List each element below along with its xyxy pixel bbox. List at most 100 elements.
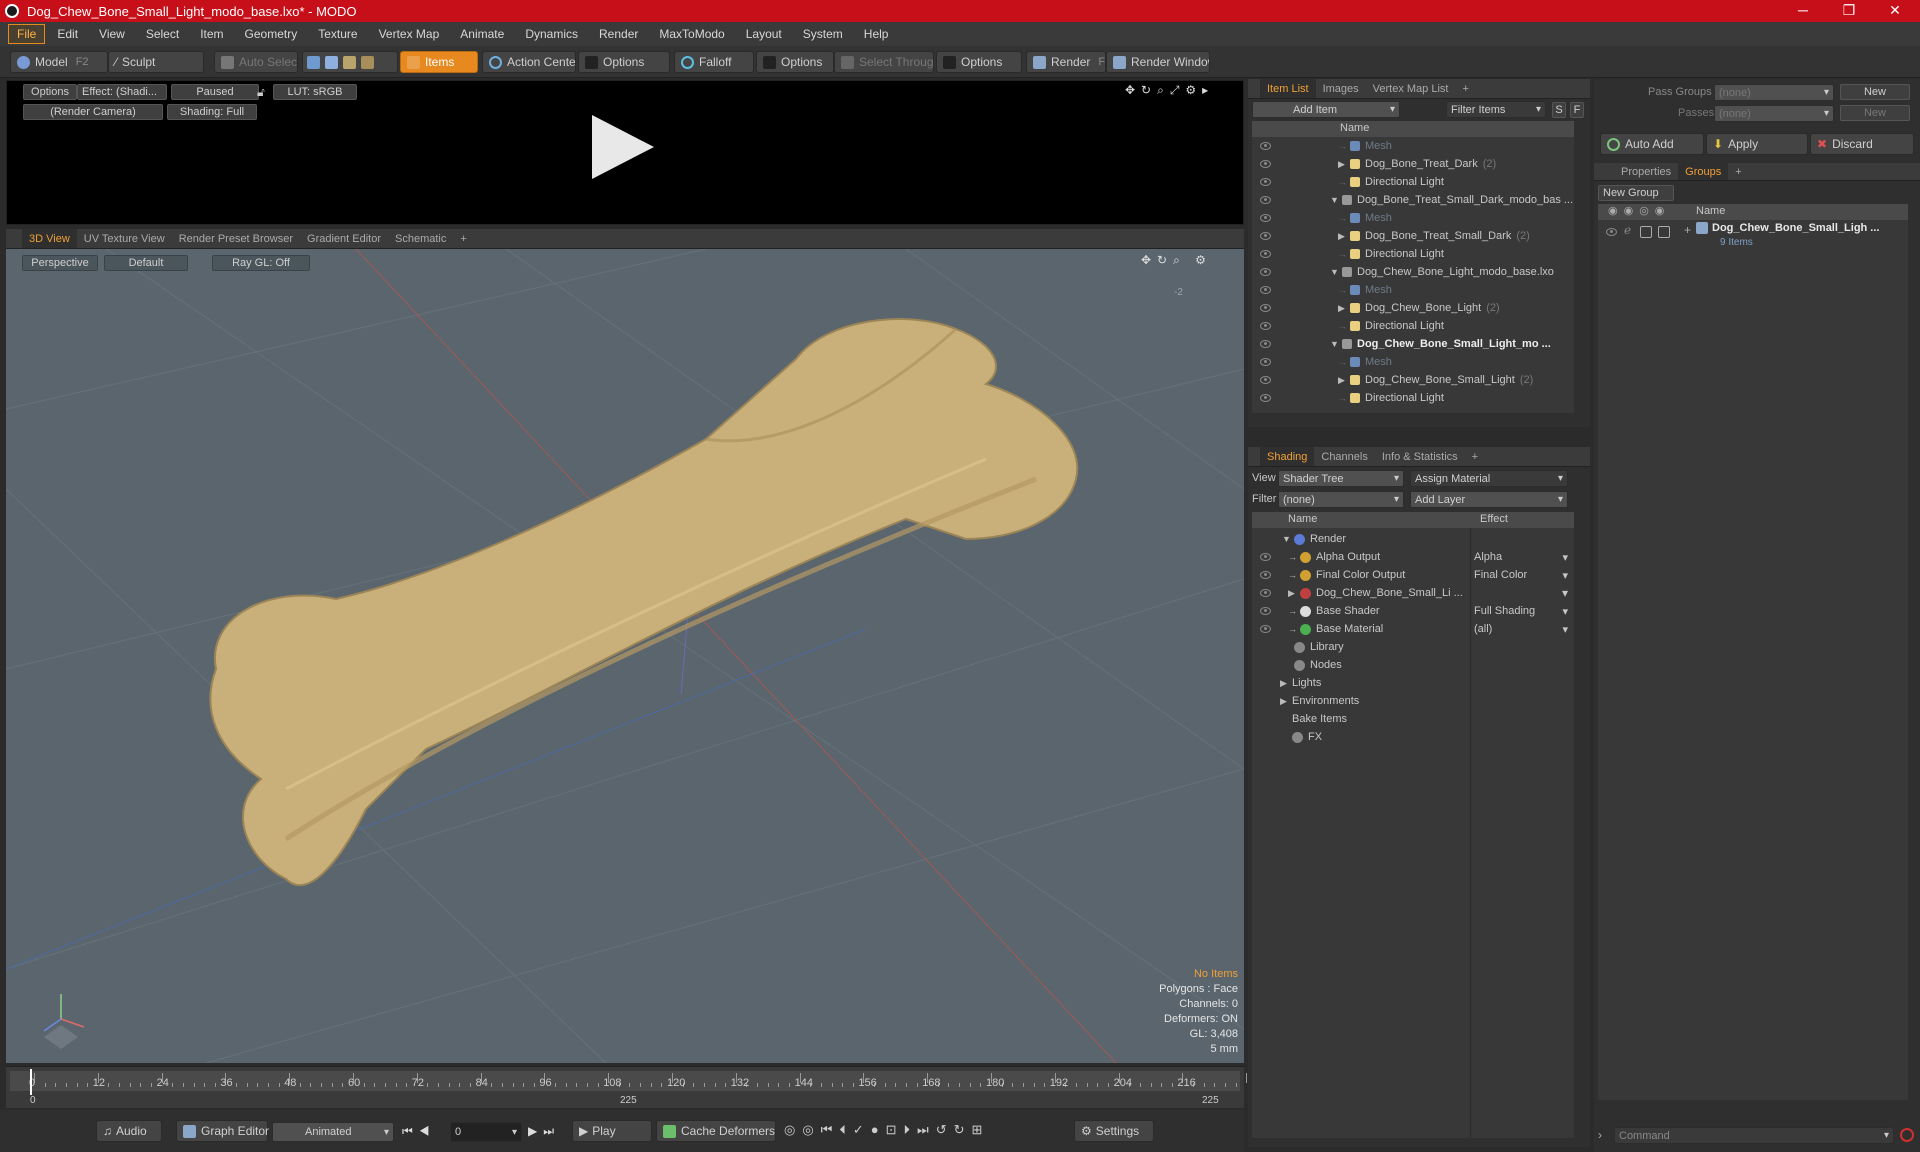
menu-item[interactable]: Item: [191, 24, 232, 44]
effect-dropdown[interactable]: (all) ▾: [1474, 620, 1570, 638]
add-tab-icon[interactable]: +: [1728, 163, 1748, 180]
new-group-button[interactable]: New Group: [1598, 185, 1674, 201]
raygl-dropdown[interactable]: Ray GL: Off: [212, 255, 310, 271]
playhead[interactable]: [30, 1069, 32, 1095]
menu-system[interactable]: System: [794, 24, 852, 44]
collapse-icon[interactable]: ▼: [1330, 267, 1342, 277]
menu-edit[interactable]: Edit: [48, 24, 87, 44]
close-icon[interactable]: ✕: [1872, 0, 1918, 22]
auto-add-button[interactable]: Auto Add: [1600, 133, 1704, 155]
item-list-row[interactable]: ▼ Dog_Bone_Treat_Small_Dark_modo_bas ...: [1330, 191, 1573, 209]
cache-deformers-button[interactable]: Cache Deformers: [656, 1120, 776, 1142]
item-list-row[interactable]: → Directional Light: [1338, 389, 1444, 407]
key-tool-icons[interactable]: ◎◎⏮⏴✓●⊡⏵⏭↺↻⊞: [784, 1122, 989, 1138]
falloff-options-button[interactable]: Options: [756, 51, 834, 73]
menu-help[interactable]: Help: [855, 24, 898, 44]
filter-dropdown[interactable]: (none): [1278, 491, 1404, 508]
tab-item-list[interactable]: Item List: [1260, 79, 1316, 98]
command-input[interactable]: Command: [1614, 1127, 1894, 1144]
eye-icon[interactable]: [1260, 394, 1271, 402]
preview-options-button[interactable]: Options: [23, 84, 77, 100]
render-button[interactable]: Render F9: [1026, 51, 1106, 73]
shader-tree-row[interactable]: → Base Material: [1288, 620, 1383, 638]
lock-icon[interactable]: 🔓︎: [257, 85, 265, 100]
tab-3d-view[interactable]: 3D View: [22, 229, 77, 248]
animated-dropdown[interactable]: Animated: [272, 1122, 394, 1142]
eye-icon[interactable]: [1606, 228, 1617, 236]
auto-select-button[interactable]: Auto Select: [214, 51, 298, 73]
eye-icon[interactable]: [1260, 304, 1271, 312]
eye-icon[interactable]: [1260, 340, 1271, 348]
chevron-down-icon[interactable]: ▾: [1562, 586, 1568, 600]
menu-vertex-map[interactable]: Vertex Map: [370, 24, 449, 44]
style-dropdown[interactable]: Default: [104, 255, 188, 271]
item-list-row[interactable]: ▶ Dog_Bone_Treat_Small_Dark (2): [1338, 227, 1530, 245]
tab-channels[interactable]: Channels: [1314, 447, 1374, 466]
lut-dropdown[interactable]: LUT: sRGB: [273, 84, 357, 100]
menu-render[interactable]: Render: [590, 24, 647, 44]
expand-icon[interactable]: ▶: [1338, 303, 1350, 314]
materials-icon[interactable]: [361, 55, 374, 69]
skip-forward-icons[interactable]: ▶⏭: [528, 1124, 560, 1139]
eye-icon[interactable]: [1260, 625, 1271, 633]
tab-properties[interactable]: Properties: [1614, 163, 1678, 180]
filter-items-input[interactable]: Filter Items: [1446, 101, 1546, 118]
shader-tree-row[interactable]: Nodes: [1282, 656, 1342, 674]
shader-tree-row[interactable]: Library: [1282, 638, 1344, 656]
tab-uv-texture-view[interactable]: UV Texture View: [77, 229, 172, 248]
add-tab-icon[interactable]: +: [1465, 447, 1485, 466]
collapse-icon[interactable]: ▼: [1330, 195, 1342, 205]
eye-icon[interactable]: [1260, 358, 1271, 366]
shader-tree-row[interactable]: ▼ Render: [1282, 530, 1346, 548]
viewport-nav-icons[interactable]: ✥↻⌕ ⚙: [1141, 253, 1212, 268]
settings-button[interactable]: ⚙ Settings: [1074, 1120, 1154, 1142]
eye-icon[interactable]: [1260, 196, 1271, 204]
item-list-row[interactable]: → Directional Light: [1338, 317, 1444, 335]
play-icon[interactable]: [592, 115, 654, 179]
falloff-button[interactable]: Falloff: [674, 51, 754, 73]
eye-icon[interactable]: [1260, 571, 1271, 579]
filter-f-button[interactable]: F: [1570, 102, 1584, 118]
menu-select[interactable]: Select: [137, 24, 188, 44]
shader-tree-row[interactable]: → Alpha Output: [1288, 548, 1380, 566]
item-list-row[interactable]: → Mesh: [1338, 209, 1392, 227]
model-mode-button[interactable]: Model F2: [10, 51, 108, 73]
add-tab-icon[interactable]: +: [453, 229, 473, 248]
tab-vertex-map-list[interactable]: Vertex Map List: [1366, 79, 1456, 98]
menu-dynamics[interactable]: Dynamics: [516, 24, 587, 44]
view-dropdown[interactable]: Shader Tree: [1278, 470, 1404, 487]
frame-input[interactable]: 0: [450, 1122, 522, 1142]
action-center-button[interactable]: Action Center: [482, 51, 576, 73]
group-name[interactable]: Dog_Chew_Bone_Small_Ligh ...: [1712, 222, 1879, 234]
maximize-icon[interactable]: ❐: [1826, 0, 1872, 22]
item-list-row[interactable]: ▶ Dog_Bone_Treat_Dark (2): [1338, 155, 1496, 173]
effect-dropdown[interactable]: Alpha ▾: [1474, 548, 1570, 566]
audio-button[interactable]: ♫ Audio: [96, 1120, 162, 1142]
menu-maxtomodo[interactable]: MaxToModo: [650, 24, 733, 44]
add-tab-icon[interactable]: +: [1455, 79, 1475, 98]
eye-icon[interactable]: [1260, 607, 1271, 615]
expand-icon[interactable]: ▶: [1288, 588, 1300, 599]
expand-icon[interactable]: ▶: [1338, 159, 1350, 170]
expand-icon[interactable]: ▶: [1280, 696, 1292, 707]
item-list-row[interactable]: → Directional Light: [1338, 173, 1444, 191]
eye-icon[interactable]: [1260, 214, 1271, 222]
tab-shading[interactable]: Shading: [1260, 447, 1315, 466]
apply-button[interactable]: ⬇ Apply: [1706, 133, 1808, 155]
add-item-dropdown[interactable]: Add Item: [1252, 101, 1400, 118]
expand-icon[interactable]: ▶: [1338, 375, 1350, 386]
menu-animate[interactable]: Animate: [451, 24, 513, 44]
select-checkbox[interactable]: [1658, 226, 1670, 238]
tab-schematic[interactable]: Schematic: [388, 229, 453, 248]
effect-dropdown[interactable]: Full Shading ▾: [1474, 602, 1570, 620]
render-window-button[interactable]: Render Window: [1106, 51, 1210, 73]
render-camera-dropdown[interactable]: (Render Camera): [23, 104, 163, 120]
menu-geometry[interactable]: Geometry: [236, 24, 307, 44]
preview-nav-icons[interactable]: ✥↻⌕⤢⚙▸: [1125, 83, 1214, 98]
perspective-dropdown[interactable]: Perspective: [22, 255, 98, 271]
edges-icon[interactable]: [325, 55, 338, 69]
action-center-options-button[interactable]: Options: [578, 51, 670, 73]
eye-icon[interactable]: [1260, 178, 1271, 186]
play-button[interactable]: ▶ Play: [572, 1120, 652, 1142]
eye-icon[interactable]: [1260, 142, 1271, 150]
